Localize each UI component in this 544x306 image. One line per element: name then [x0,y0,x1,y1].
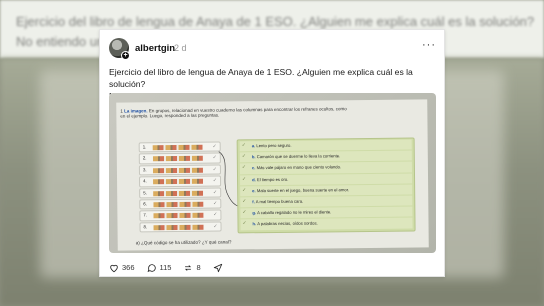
exercise-heading: 1 La imagen. En grupos, relacionad en vu… [120,106,350,119]
answer-panel: ✓ a. Lento pero seguro. ✓ b. Camarón que s… [236,137,416,233]
answer-row: ✓ a. Lento pero seguro. [239,139,412,152]
exercise-number: 1 [120,108,123,114]
emoji-column: 1. ✓ 2. ✓ 3. ✓ 4. ✓ 5. ✓ 6. ✓ 7. ✓ 8. ✓ [138,141,222,234]
answer-row: ✓ e. Mala suerte en el juego, buena suert… [240,184,413,197]
repost-button[interactable]: 8 [183,263,201,273]
answer-row: ✓ c. Más vale pájaro en mano que ciento v… [239,161,412,174]
repost-icon [185,265,192,271]
answer-row: ✓ f. A mal tiempo buena cara. [240,195,413,208]
exercise-question: a) ¿Qué código se ha utilizado? ¿Y qué c… [135,239,232,246]
comment-count: 115 [159,263,172,272]
comment-icon [147,264,156,273]
exercise-instructions: En grupos, relacionad en vuestro cuadern… [120,106,347,119]
share-button[interactable] [213,263,226,273]
emoji-row: 4. ✓ [139,175,222,187]
answer-row: ✓ d. El tiempo es oro. [239,173,413,186]
post-timestamp: 2 d [174,43,187,53]
post-text-line-1: Ejercicio del libro de lengua de Anaya d… [109,67,413,89]
emoji-row: 2. ✓ [138,152,221,165]
background-text-line-1: Ejercicio del libro de lengua de Anaya d… [16,14,535,29]
like-button[interactable]: 366 [109,263,135,273]
textbook-page: 1 La imagen. En grupos, relacionad en vu… [116,99,429,251]
emoji-row: 5. ✓ [139,187,222,199]
post-card: + albertgin 2 d ··· Ejercicio del libro … [99,29,445,277]
emoji-row: 8. ✓ [139,221,222,233]
share-icon [213,263,222,273]
post-image[interactable]: 1 La imagen. En grupos, relacionad en vu… [109,93,436,253]
emoji-row: 1. ✓ [138,141,221,153]
like-count: 366 [122,263,135,272]
answer-row: ✓ g. A caballo regalado no le mires el di… [240,206,413,219]
answer-row: ✓ b. Camarón que se duerme lo lleva la co… [239,150,412,163]
more-options-icon[interactable]: ··· [422,39,436,51]
emoji-row: 3. ✓ [138,164,221,176]
heart-icon [110,264,118,273]
repost-count: 8 [196,263,201,272]
follow-plus-icon[interactable]: + [121,51,130,60]
comment-button[interactable]: 115 [147,263,172,273]
emoji-row: 7. ✓ [139,209,222,222]
emoji-row: 6. ✓ [139,198,222,210]
answer-row: ✓ h. A palabras necias, oídos sordos. [240,217,413,230]
username[interactable]: albertgin [135,43,175,54]
post-actions: 366 115 8 [109,262,238,274]
